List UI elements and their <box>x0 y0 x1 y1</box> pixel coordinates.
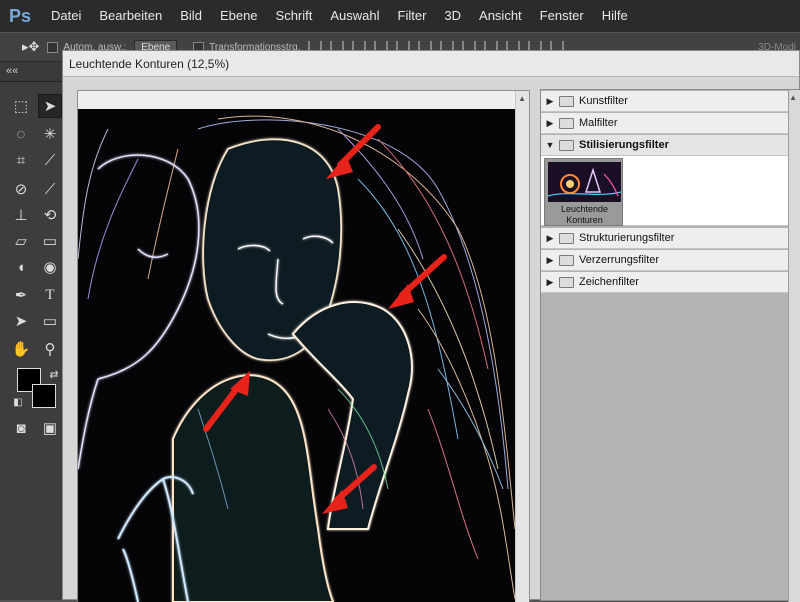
collapse-panels-icon[interactable]: «« <box>6 65 18 77</box>
filter-thumbnail-caption: Leuchtende Konturen <box>545 204 624 226</box>
caption-line2: Konturen <box>566 215 603 225</box>
menu-ebene[interactable]: Ebene <box>211 0 267 32</box>
move-tool-icon[interactable]: ➤ <box>38 94 62 118</box>
filter-gallery-dialog: Leuchtende Konturen (12,5%) ▲ ▶ Kunstfil… <box>62 50 800 602</box>
preview-frame: ▲ <box>77 90 530 602</box>
collapse-triangle-icon[interactable]: ▼ <box>541 140 559 150</box>
preview-scrollbar[interactable]: ▲ <box>515 91 529 602</box>
filter-category-label: Verzerrungsfilter <box>579 254 660 266</box>
filter-thumbnail-leuchtende-konturen[interactable]: Leuchtende Konturen <box>544 158 623 226</box>
tools-panel: ⬚ ➤ ◌ ✳ ⌗ ⟋ ⊘ ⟋ ⊥ ⟲ ▱ ▭ ◖ ◉ ✒ T ➤ ▭ ✋ ⚲ … <box>0 82 66 600</box>
type-icon[interactable]: T <box>38 283 62 307</box>
filter-category-malfilter[interactable]: ▶ Malfilter <box>541 113 800 134</box>
folder-icon <box>559 254 574 266</box>
menu-hilfe[interactable]: Hilfe <box>593 0 637 32</box>
lasso-tool-icon[interactable]: ◌ <box>9 122 33 146</box>
eyedropper-icon[interactable]: ⟋ <box>38 148 62 172</box>
dodge-icon[interactable]: ◉ <box>38 255 62 279</box>
menu-auswahl[interactable]: Auswahl <box>321 0 388 32</box>
healing-brush-icon[interactable]: ⊘ <box>9 177 33 201</box>
dialog-title: Leuchtende Konturen (12,5%) <box>63 51 799 77</box>
menu-ansicht[interactable]: Ansicht <box>470 0 531 32</box>
menu-bild[interactable]: Bild <box>171 0 211 32</box>
move-tool-icon[interactable]: ▸✥ <box>22 39 39 55</box>
menu-3d[interactable]: 3D <box>435 0 470 32</box>
filter-category-zeichenfilter[interactable]: ▶ Zeichenfilter <box>541 272 800 293</box>
filter-category-verzerrungsfilter[interactable]: ▶ Verzerrungsfilter <box>541 250 800 271</box>
filter-thumbnail-image <box>548 162 621 202</box>
filter-category-kunstfilter[interactable]: ▶ Kunstfilter <box>541 91 800 112</box>
folder-open-icon <box>559 139 574 151</box>
pen-icon[interactable]: ✒ <box>9 283 33 307</box>
shape-icon[interactable]: ▭ <box>38 309 62 333</box>
auto-select-checkbox[interactable] <box>47 41 59 53</box>
eraser-icon[interactable]: ▱ <box>9 229 33 253</box>
marquee-tool-icon[interactable]: ⬚ <box>9 94 33 118</box>
glowing-edges-preview <box>78 109 515 602</box>
filter-category-label: Zeichenfilter <box>579 276 639 288</box>
blur-icon[interactable]: ◖ <box>9 255 33 279</box>
menubar: Ps Datei Bearbeiten Bild Ebene Schrift A… <box>0 0 800 32</box>
filter-category-label: Kunstfilter <box>579 95 628 107</box>
zoom-icon[interactable]: ⚲ <box>38 337 62 361</box>
quick-mask-icon[interactable]: ◙ <box>9 416 33 440</box>
filter-panel-scrollbar[interactable]: ▲ <box>788 90 800 602</box>
photoshop-logo: Ps <box>8 5 32 26</box>
filter-category-label: Stilisierungsfilter <box>579 139 669 151</box>
folder-icon <box>559 232 574 244</box>
expand-triangle-icon[interactable]: ▶ <box>541 233 559 244</box>
gradient-icon[interactable]: ▭ <box>38 229 62 253</box>
default-colors-icon[interactable]: ◧ <box>6 390 30 414</box>
folder-icon <box>559 117 574 129</box>
filter-category-label: Malfilter <box>579 117 618 129</box>
folder-icon <box>559 276 574 288</box>
menu-bearbeiten[interactable]: Bearbeiten <box>90 0 171 32</box>
path-select-icon[interactable]: ➤ <box>9 309 33 333</box>
menu-datei[interactable]: Datei <box>42 0 90 32</box>
stamp-icon[interactable]: ⊥ <box>9 203 33 227</box>
caption-line1: Leuchtende <box>560 204 609 214</box>
stilisierungsfilter-contents: Leuchtende Konturen <box>541 156 800 226</box>
history-brush-icon[interactable]: ⟲ <box>38 203 62 227</box>
expand-triangle-icon[interactable]: ▶ <box>541 96 559 107</box>
magic-wand-icon[interactable]: ✳ <box>38 122 62 146</box>
menu-schrift[interactable]: Schrift <box>267 0 322 32</box>
hand-icon[interactable]: ✋ <box>9 337 33 361</box>
scroll-up-icon[interactable]: ▲ <box>789 93 797 102</box>
filter-category-label: Strukturierungsfilter <box>579 232 675 244</box>
expand-triangle-icon[interactable]: ▶ <box>541 118 559 129</box>
crop-tool-icon[interactable]: ⌗ <box>9 148 33 172</box>
brush-icon[interactable]: ⟋ <box>38 177 62 201</box>
filter-category-stilisierungsfilter[interactable]: ▼ Stilisierungsfilter <box>541 135 800 156</box>
expand-triangle-icon[interactable]: ▶ <box>541 277 559 288</box>
folder-icon <box>559 95 574 107</box>
filter-list-panel: ▶ Kunstfilter ▶ Malfilter ▼ Stilisierung… <box>540 89 800 602</box>
menu-filter[interactable]: Filter <box>389 0 436 32</box>
scroll-up-icon[interactable]: ▲ <box>518 94 526 103</box>
background-color-swatch[interactable] <box>32 384 56 408</box>
expand-triangle-icon[interactable]: ▶ <box>541 255 559 266</box>
menu-fenster[interactable]: Fenster <box>531 0 593 32</box>
screen-mode-icon[interactable]: ▣ <box>38 416 62 440</box>
filter-category-strukturierungsfilter[interactable]: ▶ Strukturierungsfilter <box>541 228 800 249</box>
preview-image[interactable] <box>78 109 515 602</box>
